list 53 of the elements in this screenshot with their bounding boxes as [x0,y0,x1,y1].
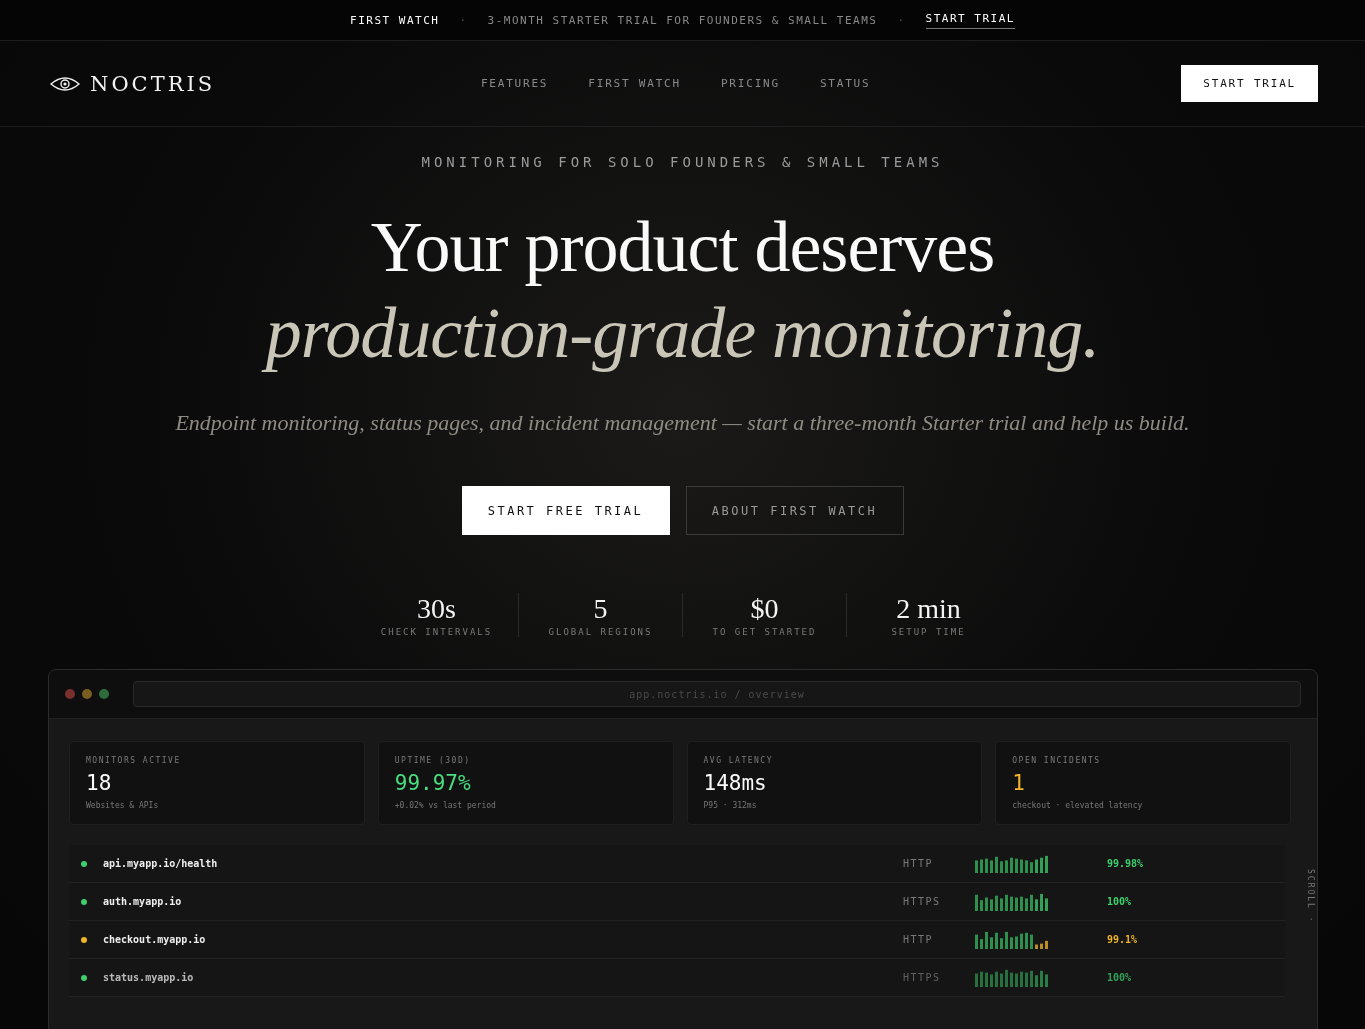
start-trial-link[interactable]: START TRIAL [925,11,1015,29]
announcement-label: FIRST WATCH [350,13,440,27]
nav-link[interactable]: PRICING [720,77,780,90]
headline: Your product deserves [370,206,995,289]
stat-label: SETUP TIME [890,627,967,637]
separator-dot: · [459,13,468,27]
stat-label: CHECK INTERVALS [379,627,494,637]
uptime-value: 100% [1107,972,1132,983]
metric-value: 148ms [703,771,768,795]
monitor-name: status.myapp.io [103,972,195,983]
maximize-dot-icon [99,689,109,699]
stat-label: GLOBAL REGIONS [547,627,654,637]
close-dot-icon [65,689,75,699]
metric-value: 1 [1012,771,1026,795]
monitor-name: auth.myapp.io [103,896,183,907]
metric-label: OPEN INCIDENTS [1012,756,1102,765]
brand-name[interactable]: NOCTRIS [90,71,216,96]
uptime-value: 99.98% [1107,858,1144,869]
metric-note: P95 · 312ms [703,801,758,810]
metric-note: checkout · elevated latency [1012,801,1144,810]
metric-label: MONITORS ACTIVE [86,756,182,765]
protocol-text: HTTP [903,934,935,945]
separator-dot: · [897,13,906,27]
metric-value: 99.97% [394,771,472,795]
nav-link[interactable]: STATUS [819,77,871,90]
metric-label: UPTIME (30D) [394,756,472,765]
nav-link[interactable]: FEATURES [480,77,549,90]
scroll-hint: SCROLL · [1306,869,1315,924]
start-trial-button[interactable]: START TRIAL [1181,65,1318,102]
metric-note: +0.02% vs last period [394,801,497,810]
about-button[interactable]: ABOUT FIRST WATCH [685,486,904,535]
monitor-name: checkout.myapp.io [103,934,207,945]
stat-value: 2 min [895,593,962,625]
stat-value: $0 [749,593,780,625]
protocol-text: HTTPS [903,896,942,907]
monitor-name: api.myapp.io/health [103,858,219,869]
metric-label: AVG LATENCY [703,756,774,765]
metric-note: Websites & APIs [86,801,160,810]
uptime-value: 99.1% [1107,934,1138,945]
protocol-text: HTTPS [903,972,942,983]
eyebrow-text: MONITORING FOR SOLO FOUNDERS & SMALL TEAMS [421,154,944,170]
eye-icon [50,75,80,92]
announcement-text: 3-MONTH STARTER TRIAL FOR FOUNDERS & SMALL TEAMS [487,13,878,27]
stat-value: 30s [416,593,457,625]
stat-label: TO GET STARTED [711,627,818,637]
metric-value: 18 [86,771,113,795]
minimize-dot-icon [82,689,92,699]
nav-link[interactable]: FIRST WATCH [588,77,681,90]
subtitle: Endpoint monitoring, status pages, and incident management — start a three-month Starter trial and help us build. [175,410,1190,436]
stat-value: 5 [592,593,609,625]
uptime-value: 100% [1107,896,1132,907]
protocol-text: HTTP [903,858,935,869]
start-free-trial-button[interactable]: START FREE TRIAL [461,486,670,535]
